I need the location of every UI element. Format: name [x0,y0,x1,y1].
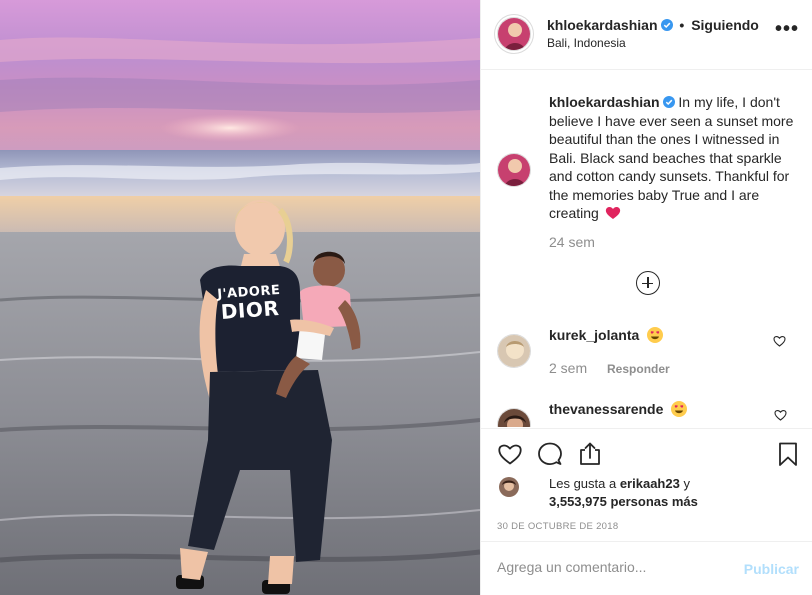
red-heart-emoji-icon [605,206,620,219]
share-upload-icon[interactable] [577,441,603,467]
comment-bubble-icon[interactable] [537,441,563,467]
more-options-icon[interactable]: ••• [775,19,799,39]
post-photo[interactable]: J'ADORE DIOR [0,0,480,595]
comment-avatar-image [498,409,530,427]
instagram-post: J'ADORE DIOR khloekardashian • Siguiendo… [0,0,812,595]
caption-username[interactable]: khloekardashian [549,94,660,110]
like-comment-heart-icon[interactable] [773,335,786,347]
likes-prefix: Les gusta a [549,476,620,491]
likes-count[interactable]: 3,553,975 personas más [549,494,698,509]
post-date[interactable]: 30 de octubre de 2018 [497,521,618,532]
follow-status-button[interactable]: Siguiendo [691,17,759,33]
post-side-panel: khloekardashian • Siguiendo Bali, Indone… [480,0,812,595]
liker-avatar[interactable] [499,477,519,497]
heart-eyes-emoji-icon [671,401,688,417]
caption-text: In my life, I don't believe I have ever … [549,94,794,221]
post-location[interactable]: Bali, Indonesia [547,36,626,50]
caption-avatar-image [498,154,530,186]
comment-input[interactable] [497,559,727,575]
post-header: khloekardashian • Siguiendo Bali, Indone… [481,0,812,70]
author-username[interactable]: khloekardashian [547,17,658,33]
comment-username[interactable]: kurek_jolanta [549,327,639,343]
caption-author-avatar[interactable] [497,153,531,187]
separator-dot: • [679,17,685,33]
shirt-print-line2: DIOR [220,295,281,324]
caption-verified-badge-icon [662,96,675,108]
likes-mid: y [679,476,690,491]
add-comment-bar: Publicar [481,541,812,595]
comment-avatar-thevanessa[interactable] [497,408,531,427]
like-comment-heart-icon[interactable] [774,409,787,421]
save-bookmark-icon[interactable] [775,441,801,467]
reply-button[interactable]: Responder [607,362,670,376]
likes-summary: Les gusta a erikaah23 y 3,553,975 person… [549,475,789,511]
comment-row-1: kurek_jolanta [549,327,664,343]
author-avatar-image [498,18,530,50]
publish-button[interactable]: Publicar [744,561,799,577]
comment-timestamp[interactable]: 2 sem [549,360,587,376]
post-caption: khloekardashian In my life, I don't beli… [549,93,799,223]
liker-avatar-image [499,477,519,497]
liker-username[interactable]: erikaah23 [620,476,680,491]
load-more-comments-icon[interactable] [636,271,660,295]
comment-row-2: thevanessarende [549,401,688,417]
caption-timestamp[interactable]: 24 sem [549,234,595,250]
comment-avatar-image [498,335,530,367]
like-heart-icon[interactable] [497,441,523,467]
header-user-line: khloekardashian • Siguiendo [547,17,759,33]
verified-badge-icon [660,19,673,31]
author-avatar[interactable] [497,17,531,51]
comment-row-2-clip: thevanessarende [481,396,812,427]
shirt-print: J'ADORE DIOR [217,283,282,324]
heart-eyes-emoji-icon [647,327,664,343]
comment-avatar-kurek[interactable] [497,334,531,368]
comment-username[interactable]: thevanessarende [549,401,663,417]
comment-meta-1: 2 sem Responder [549,360,670,376]
